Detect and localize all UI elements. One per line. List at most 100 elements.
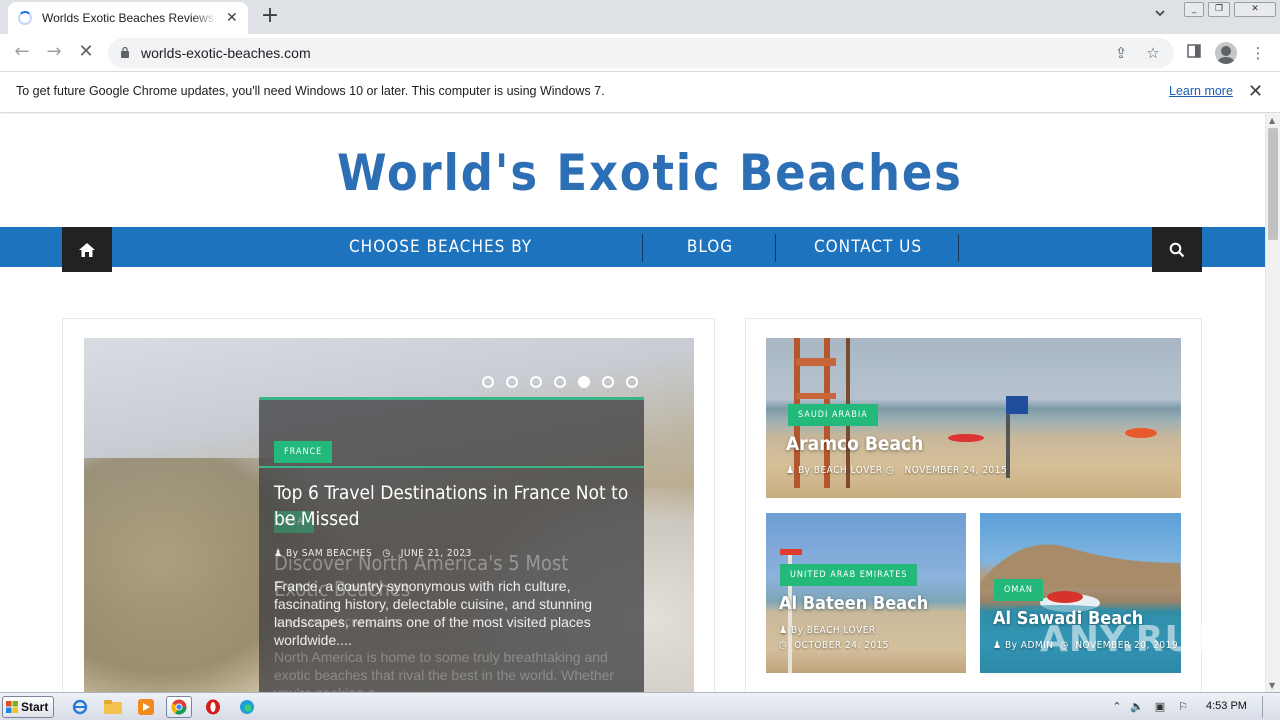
slide-caption-panel: USA Discover North America's 5 Most Exot… xyxy=(259,397,644,692)
featured-meta-aramco: ♟ By BEACH LOVER ◷ NOVEMBER 24, 2015 xyxy=(786,465,1007,476)
category-badge[interactable]: FRANCE xyxy=(274,441,333,463)
windows-taskbar: Start ⌃ 🔈 ▣ ⚐ 4:53 PM xyxy=(0,692,1280,720)
taskbar-opera-icon[interactable] xyxy=(200,696,226,718)
new-tab-button[interactable]: + xyxy=(258,5,282,29)
scroll-up-arrow-icon[interactable]: ▲ xyxy=(1269,116,1275,125)
home-icon xyxy=(79,242,95,257)
menu-item-blog[interactable]: BLOG xyxy=(678,227,742,267)
clock-icon: ◷ xyxy=(382,548,391,559)
menu-item-continents[interactable]: CHOOSE BEACHES BY CONTINENTS ⌄ xyxy=(349,227,639,297)
volume-icon[interactable]: 🔈 xyxy=(1130,700,1144,714)
profile-avatar-icon[interactable] xyxy=(1215,42,1237,64)
post-title[interactable]: Top 6 Travel Destinations in France Not … xyxy=(274,480,634,532)
taskbar-edge-icon[interactable] xyxy=(234,696,260,718)
site-logo[interactable]: World's Exotic Beaches xyxy=(337,144,963,202)
user-icon: ♟ xyxy=(779,625,788,636)
featured-author-aramco[interactable]: By BEACH LOVER xyxy=(798,465,883,476)
anyrun-watermark: ANY.RUN xyxy=(1040,619,1226,660)
post-meta: ♟ By SAM BEACHES ◷ JUNE 21, 2023 xyxy=(274,548,472,559)
post-date: JUNE 21, 2023 xyxy=(400,548,472,559)
clock-icon: ◷ xyxy=(779,640,788,651)
chevron-down-icon: ⌄ xyxy=(470,281,486,295)
featured-meta-author-al-bateen: ♟ By BEACH LOVER xyxy=(779,625,876,636)
url-text: worlds-exotic-beaches.com xyxy=(141,45,311,61)
learn-more-link[interactable]: Learn more xyxy=(1169,84,1233,98)
close-window-button[interactable]: ✕ xyxy=(1234,2,1276,17)
back-button[interactable]: ← xyxy=(11,42,33,64)
category-badge-saudi-arabia[interactable]: SAUDI ARABIA xyxy=(788,404,878,426)
minimize-button[interactable]: _ xyxy=(1184,2,1204,17)
tab-search-chevron-icon[interactable] xyxy=(1150,7,1170,27)
tray-arrow-icon[interactable]: ⌃ xyxy=(1110,700,1124,714)
forward-button[interactable]: → xyxy=(43,42,65,64)
update-infobar: To get future Google Chrome updates, you… xyxy=(0,72,1280,113)
infobar-message: To get future Google Chrome updates, you… xyxy=(16,84,605,98)
ghost-post-excerpt: North America is home to some truly brea… xyxy=(274,649,615,692)
browser-tab[interactable]: Worlds Exotic Beaches Reviews, Travel ✕ xyxy=(8,2,248,34)
caption-divider xyxy=(259,466,644,468)
network-icon[interactable]: ▣ xyxy=(1153,700,1167,714)
scroll-down-arrow-icon[interactable]: ▼ xyxy=(1269,681,1275,690)
featured-meta-date-al-bateen: ◷ OCTOBER 24, 2015 xyxy=(779,640,889,651)
category-badge-uae[interactable]: UNITED ARAB EMIRATES xyxy=(780,564,918,586)
user-icon: ♟ xyxy=(274,548,283,559)
page-viewport: World's Exotic Beaches CHOOSE BEACHES BY… xyxy=(0,114,1265,692)
slider-dots xyxy=(482,376,638,388)
taskbar-chrome-icon[interactable] xyxy=(166,696,192,718)
lock-icon xyxy=(121,46,129,58)
taskbar-clock[interactable]: 4:53 PM xyxy=(1206,700,1247,712)
scrollbar-thumb[interactable] xyxy=(1268,128,1278,240)
taskbar-ie-icon[interactable] xyxy=(67,696,93,718)
taskbar-media-player-icon[interactable] xyxy=(133,696,159,718)
site-search-button[interactable] xyxy=(1152,227,1202,272)
address-bar[interactable]: worlds-exotic-beaches.com ⇪ ☆ xyxy=(108,38,1174,68)
featured-author-al-bateen[interactable]: By BEACH LOVER xyxy=(791,625,876,636)
menu-divider xyxy=(775,234,776,262)
menu-divider xyxy=(642,234,643,262)
taskbar-explorer-icon[interactable] xyxy=(100,696,126,718)
featured-post-al-bateen[interactable]: UNITED ARAB EMIRATES Al Bateen Beach ♟ B… xyxy=(766,513,966,673)
slider-dot-1[interactable] xyxy=(482,376,494,388)
menu-kebab-icon[interactable]: ⋮ xyxy=(1248,43,1268,63)
tab-title: Worlds Exotic Beaches Reviews, Travel xyxy=(42,11,218,25)
share-icon[interactable]: ⇪ xyxy=(1112,44,1130,62)
browser-toolbar: ← → ✕ worlds-exotic-beaches.com ⇪ ☆ ⋮ xyxy=(0,34,1280,72)
restore-button[interactable]: ❐ xyxy=(1208,2,1230,17)
slider-dot-4[interactable] xyxy=(554,376,566,388)
slider-dot-3[interactable] xyxy=(530,376,542,388)
bookmark-star-icon[interactable]: ☆ xyxy=(1144,44,1162,62)
category-badge-oman[interactable]: OMAN xyxy=(994,579,1043,601)
menu-item-contact[interactable]: CONTACT US xyxy=(812,227,924,267)
search-icon xyxy=(1169,242,1185,257)
clock-icon: ◷ xyxy=(886,465,895,476)
show-desktop-button[interactable] xyxy=(1262,696,1276,718)
post-excerpt: France, a country synonymous with rich c… xyxy=(274,578,593,648)
slider-dot-5[interactable] xyxy=(578,376,590,388)
featured-date-aramco: NOVEMBER 24, 2015 xyxy=(904,465,1008,476)
featured-slider[interactable]: USA Discover North America's 5 Most Exot… xyxy=(84,338,694,692)
start-label: Start xyxy=(21,700,49,714)
slider-dot-2[interactable] xyxy=(506,376,518,388)
menu-item-continents-label: CHOOSE BEACHES BY CONTINENTS xyxy=(349,237,533,297)
infobar-close-icon[interactable]: ✕ xyxy=(1248,81,1263,102)
tab-close-icon[interactable]: ✕ xyxy=(226,10,238,26)
slider-dot-7[interactable] xyxy=(626,376,638,388)
featured-post-aramco[interactable]: SAUDI ARABIA Aramco Beach ♟ By BEACH LOV… xyxy=(766,338,1181,498)
windows-logo-icon xyxy=(6,701,18,713)
tab-strip: Worlds Exotic Beaches Reviews, Travel ✕ … xyxy=(0,0,1280,34)
loading-spinner-icon xyxy=(18,11,32,25)
menu-divider xyxy=(958,234,959,262)
user-icon: ♟ xyxy=(993,640,1002,651)
slider-dot-6[interactable] xyxy=(602,376,614,388)
stop-loading-button[interactable]: ✕ xyxy=(75,42,97,64)
start-button[interactable]: Start xyxy=(2,696,54,718)
side-panel-icon[interactable] xyxy=(1184,43,1204,63)
featured-date-al-bateen: OCTOBER 24, 2015 xyxy=(794,640,890,651)
action-center-flag-icon[interactable]: ⚐ xyxy=(1176,700,1190,714)
user-icon: ♟ xyxy=(786,465,795,476)
page-scrollbar[interactable]: ▲ ▼ xyxy=(1265,114,1280,692)
featured-title-al-bateen[interactable]: Al Bateen Beach xyxy=(779,593,928,614)
featured-title-aramco[interactable]: Aramco Beach xyxy=(786,433,923,455)
home-button[interactable] xyxy=(62,227,112,272)
post-author[interactable]: By SAM BEACHES xyxy=(286,548,372,559)
